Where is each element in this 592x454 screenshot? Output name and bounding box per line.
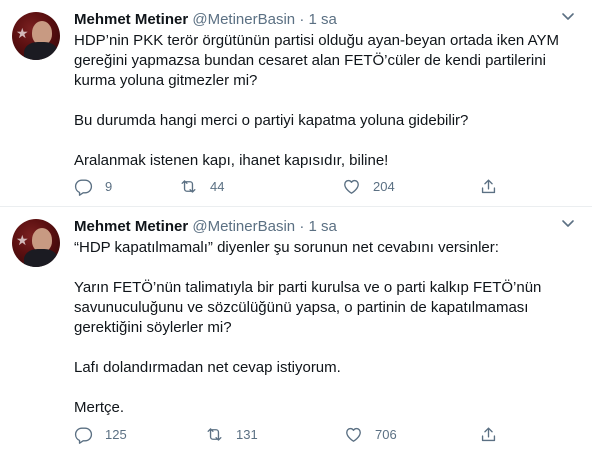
tweet-paragraph: Yarın FETÖ’nün talimatıyla bir parti kur…	[74, 279, 542, 336]
tweet-paragraph: “HDP kapatılmamalı” diyenler şu sorunun …	[74, 239, 499, 256]
retweet-icon	[181, 179, 196, 193]
reply-button[interactable]: 125	[74, 424, 127, 444]
handle[interactable]: @MetinerBasin	[192, 11, 295, 28]
reply-icon	[74, 426, 93, 444]
display-name[interactable]: Mehmet Metiner	[74, 11, 188, 28]
retweet-count: 131	[236, 426, 258, 442]
retweet-button[interactable]: 131	[205, 424, 258, 444]
tweet-paragraph: Mertçe.	[74, 399, 125, 416]
like-button[interactable]: 706	[344, 424, 397, 444]
tweet-header: Mehmet Metiner @MetinerBasin · 1 sa	[74, 217, 576, 237]
heart-icon	[346, 427, 361, 442]
display-name[interactable]: Mehmet Metiner	[74, 218, 188, 235]
tweet-text: “HDP kapatılmamalı” diyenler şu sorunun …	[74, 238, 576, 418]
tweet-actions: 125 131 706	[74, 424, 514, 444]
share-icon	[481, 178, 496, 193]
avatar[interactable]: ★	[12, 219, 60, 267]
star-icon: ★	[16, 25, 29, 41]
timestamp[interactable]: 1 sa	[308, 218, 336, 235]
timestamp[interactable]: 1 sa	[308, 11, 336, 28]
retweet-icon	[207, 427, 222, 441]
reply-count: 9	[105, 178, 113, 194]
separator: ·	[299, 218, 305, 235]
heart-icon	[344, 179, 359, 194]
tweet-text: HDP’nin PKK terör örgütünün partisi oldu…	[74, 31, 576, 171]
share-button[interactable]	[479, 424, 498, 444]
handle[interactable]: @MetinerBasin	[192, 218, 295, 235]
share-button[interactable]	[479, 176, 498, 196]
like-count: 706	[375, 426, 397, 442]
tweet-paragraph: HDP’nin PKK terör örgütünün partisi oldu…	[74, 32, 560, 89]
tweet-paragraph: Aralanmak istenen kapı, ihanet kapısıdır…	[74, 152, 389, 169]
reply-icon	[74, 178, 93, 196]
tweet-header: Mehmet Metiner @MetinerBasin · 1 sa	[74, 10, 576, 30]
tweet-actions: 9 44 204	[74, 176, 514, 196]
reply-button[interactable]: 9	[74, 176, 112, 196]
retweet-count: 44	[210, 178, 225, 194]
chevron-down-icon[interactable]	[558, 215, 578, 235]
tweet-paragraph: Lafı dolandırmadan net cevap istiyorum.	[74, 359, 341, 376]
chevron-down-icon[interactable]	[558, 8, 578, 28]
share-icon	[481, 426, 496, 441]
star-icon: ★	[16, 232, 29, 248]
like-button[interactable]: 204	[342, 176, 395, 196]
avatar[interactable]: ★	[12, 12, 60, 60]
like-count: 204	[373, 178, 395, 194]
tweet-paragraph: Bu durumda hangi merci o partiyi kapatma…	[74, 112, 469, 129]
retweet-button[interactable]: 44	[179, 176, 224, 196]
tweet[interactable]: ★ Mehmet Metiner @MetinerBasin · 1 sa “H…	[0, 207, 592, 454]
reply-count: 125	[105, 426, 127, 442]
separator: ·	[299, 11, 305, 28]
tweet[interactable]: ★ Mehmet Metiner @MetinerBasin · 1 sa HD…	[0, 0, 592, 207]
